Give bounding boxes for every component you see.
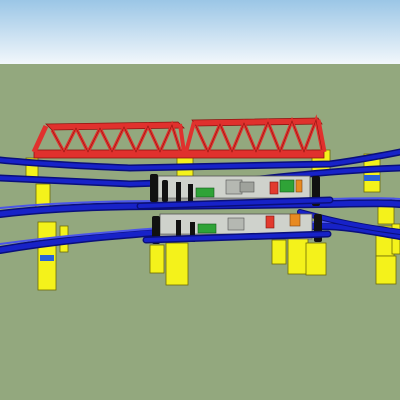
pier-block-icon xyxy=(287,237,309,275)
black-post xyxy=(176,182,181,202)
orange-relay xyxy=(289,213,301,227)
gray-gear xyxy=(225,179,243,195)
pier-block-icon xyxy=(375,255,397,285)
gray-gear xyxy=(239,181,255,193)
bridge-scene xyxy=(0,0,400,400)
black-post xyxy=(188,184,193,202)
red-relay xyxy=(269,181,279,195)
black-post xyxy=(162,180,168,202)
pier-block-icon xyxy=(165,242,189,286)
black-post xyxy=(150,174,158,202)
green-switch xyxy=(195,187,215,198)
pier-block-icon xyxy=(305,242,327,276)
pier-block-icon xyxy=(271,239,287,265)
orange-relay xyxy=(295,179,303,193)
gray-gear xyxy=(227,217,245,231)
red-relay xyxy=(265,215,275,229)
pier-block-icon xyxy=(149,244,165,274)
green-switch xyxy=(197,223,217,234)
green-switch xyxy=(279,179,295,193)
sky xyxy=(0,0,400,64)
